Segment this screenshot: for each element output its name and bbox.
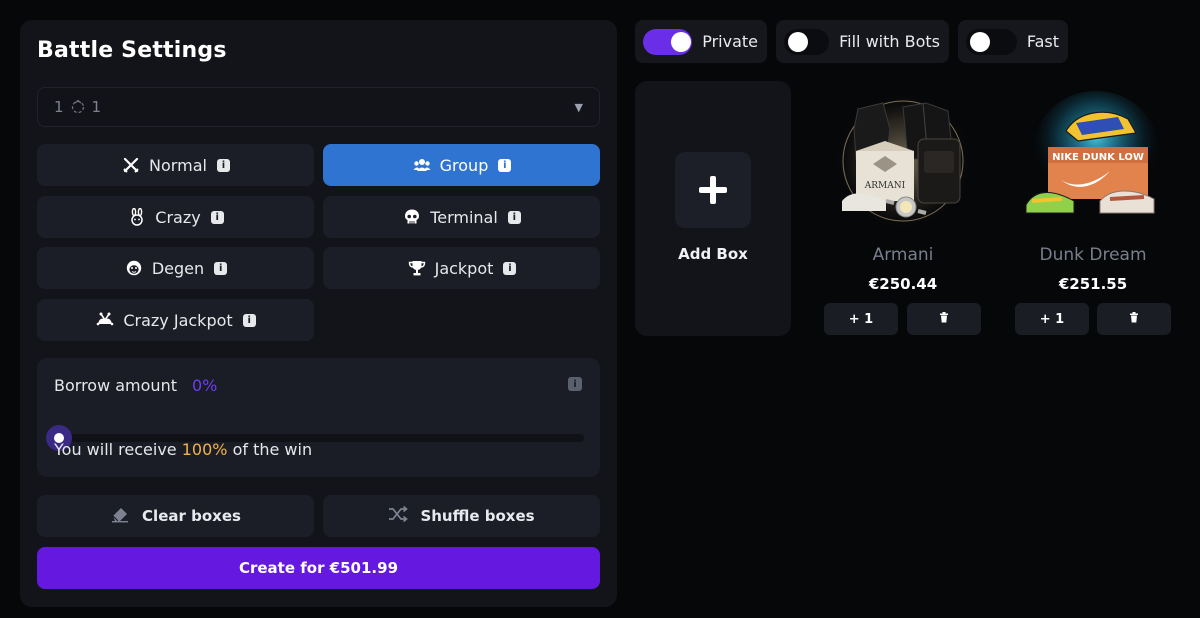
monkey-icon: [124, 258, 144, 278]
box-price: €250.44: [868, 275, 938, 293]
eraser-icon: [110, 505, 130, 527]
panel-title: Battle Settings: [37, 38, 227, 63]
toggle-label: Private: [702, 32, 758, 51]
info-icon[interactable]: i: [507, 210, 521, 224]
private-switch[interactable]: [643, 28, 693, 55]
info-icon[interactable]: i: [498, 158, 512, 172]
svg-text:ARMANI: ARMANI: [864, 181, 906, 191]
receive-prefix: You will receive: [54, 440, 177, 459]
mode-label: Normal: [149, 155, 207, 175]
mode-crazy-jackpot-button[interactable]: Crazy Jackpot i: [37, 299, 314, 341]
armani-box-image: ARMANI: [828, 89, 978, 239]
trash-icon: [939, 311, 949, 327]
mode-label: Crazy: [155, 207, 201, 227]
info-icon[interactable]: i: [210, 210, 224, 224]
fill-with-bots-switch[interactable]: [784, 28, 830, 55]
team-mode-right-value: 1: [91, 98, 102, 116]
box-card-dunk-dream: NIKE DUNK LOW Dunk Dream €251.55 + 1: [1013, 81, 1173, 336]
box-remove-button[interactable]: [907, 303, 981, 335]
info-icon[interactable]: i: [568, 377, 582, 391]
switch-knob: [970, 31, 990, 52]
shuffle-icon: [388, 505, 409, 526]
trophy-icon: [407, 258, 427, 278]
chevron-down-icon: ▼: [574, 101, 583, 114]
dunk-dream-box-image: NIKE DUNK LOW: [1018, 89, 1168, 239]
info-icon[interactable]: i: [242, 313, 256, 327]
shuffle-boxes-button[interactable]: Shuffle boxes: [323, 495, 600, 537]
fast-switch[interactable]: [966, 28, 1017, 55]
bunny-icon: [127, 207, 147, 227]
clear-boxes-label: Clear boxes: [142, 507, 241, 525]
borrow-label: Borrow amount: [54, 376, 177, 395]
mode-group-button[interactable]: Group i: [323, 144, 600, 186]
receive-suffix: of the win: [232, 440, 313, 459]
mode-jackpot-button[interactable]: Jackpot i: [323, 247, 600, 289]
jester-icon: [95, 310, 115, 330]
receive-text: You will receive 100% of the win: [54, 440, 312, 459]
switch-knob: [788, 31, 808, 52]
private-toggle[interactable]: Private: [635, 20, 767, 63]
box-add-one-button[interactable]: + 1: [824, 303, 898, 335]
toggle-label: Fill with Bots: [839, 32, 940, 51]
mode-degen-button[interactable]: Degen i: [37, 247, 314, 289]
switch-knob: [671, 31, 691, 52]
borrow-section: Borrow amount 0% i: [37, 358, 600, 477]
toggle-label: Fast: [1026, 32, 1059, 51]
mode-label: Crazy Jackpot: [123, 310, 233, 330]
box-add-one-button[interactable]: + 1: [1015, 303, 1089, 335]
versus-icon: [70, 99, 86, 115]
skull-icon: [402, 207, 422, 227]
shuffle-boxes-label: Shuffle boxes: [420, 507, 535, 525]
battle-settings-panel: Battle Settings 1 1 ▼ Normal i Group i C…: [20, 20, 617, 607]
svg-text:NIKE DUNK LOW: NIKE DUNK LOW: [1052, 152, 1144, 163]
mode-crazy-button[interactable]: Crazy i: [37, 196, 314, 238]
box-name: Dunk Dream: [1039, 245, 1147, 265]
users-icon: [412, 155, 432, 175]
info-icon[interactable]: i: [216, 158, 230, 172]
mode-label: Group: [439, 155, 489, 175]
borrow-percent: 0%: [192, 376, 218, 395]
add-box-label: Add Box: [678, 245, 748, 263]
info-icon[interactable]: i: [214, 261, 228, 275]
clear-boxes-button[interactable]: Clear boxes: [37, 495, 314, 537]
swords-icon: [121, 155, 141, 175]
plus-icon: [675, 152, 751, 228]
mode-terminal-button[interactable]: Terminal i: [323, 196, 600, 238]
team-mode-left-value: 1: [54, 98, 64, 116]
mode-label: Terminal: [430, 207, 498, 227]
add-box-card[interactable]: Add Box: [635, 81, 791, 336]
mode-label: Degen: [151, 258, 205, 278]
info-icon[interactable]: i: [503, 261, 517, 275]
create-battle-button[interactable]: Create for €501.99: [37, 547, 600, 589]
team-mode-select[interactable]: 1 1 ▼: [37, 87, 600, 127]
box-card-armani: ARMANI Armani €250.44 + 1: [823, 81, 983, 336]
fill-with-bots-toggle[interactable]: Fill with Bots: [776, 20, 949, 63]
mode-normal-button[interactable]: Normal i: [37, 144, 314, 186]
trash-icon: [1129, 311, 1139, 327]
fast-toggle[interactable]: Fast: [958, 20, 1068, 63]
mode-label: Jackpot: [434, 258, 494, 278]
receive-percent: 100%: [181, 440, 228, 459]
box-name: Armani: [872, 245, 934, 265]
box-price: €251.55: [1058, 275, 1128, 293]
box-remove-button[interactable]: [1097, 303, 1171, 335]
